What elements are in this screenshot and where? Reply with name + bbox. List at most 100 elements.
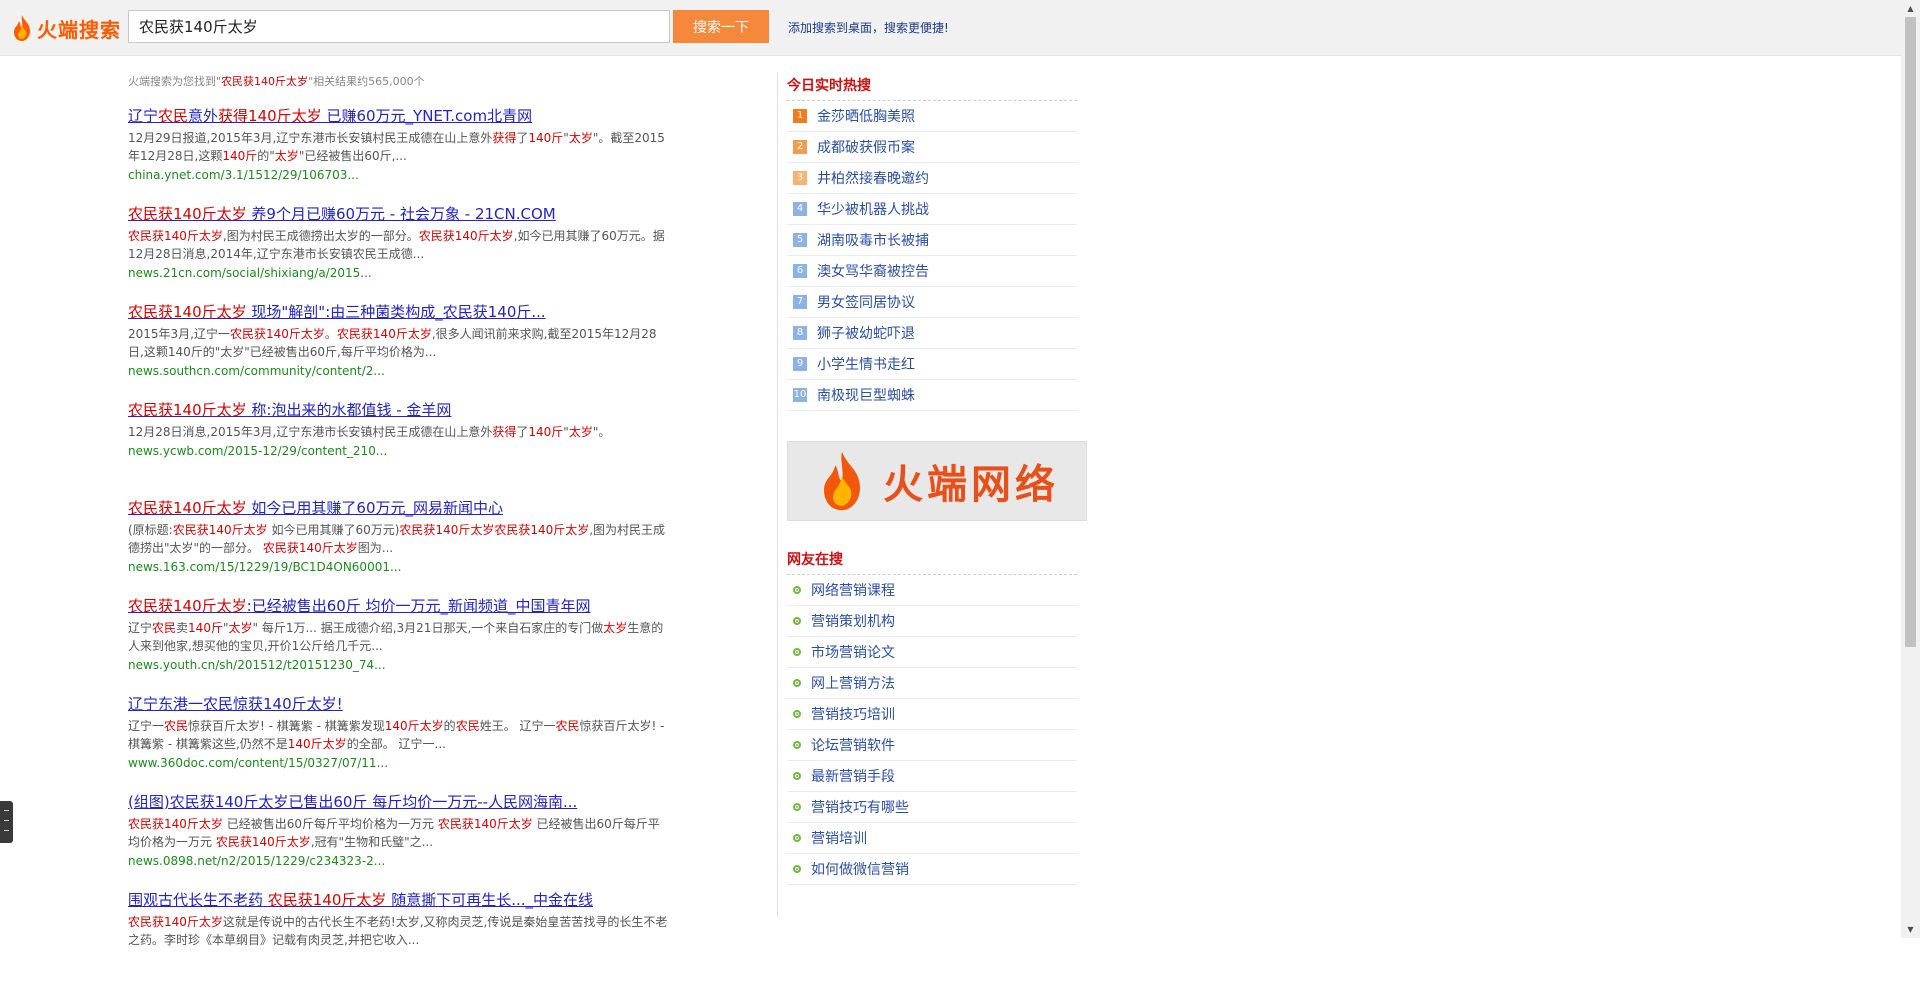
- result-snippet: 农民获140斤太岁 已经被售出60斤每斤平均价格为一万元 农民获140斤太岁 已…: [128, 817, 660, 849]
- result-title-link[interactable]: 农民获140斤太岁:已经被售出60斤 均价一万元_新闻频道_中国青年网: [128, 596, 668, 616]
- flame-icon: [824, 451, 860, 511]
- search-result: 农民获140斤太岁 如今已用其赚了60万元_网易新闻中心 (原标题:农民获140斤…: [128, 498, 668, 596]
- add-to-desktop-link[interactable]: 添加搜索到桌面，搜索更便捷!: [788, 19, 949, 36]
- hot-search-item[interactable]: 2 成都破获假币案: [787, 132, 1077, 163]
- result-title-link[interactable]: 农民获140斤太岁 现场"解剖":由三种菌类构成_农民获140斤...: [128, 302, 668, 322]
- result-url: news.163.com/15/1229/19/BC1D4ON60001...: [128, 560, 402, 574]
- result-snippet: 12月28日消息,2015年3月,辽宁东港市长安镇村民王成德在山上意外获得了14…: [128, 425, 611, 439]
- result-count: 火端搜索为您找到"农民获140斤太岁"相关结果约565,000个: [128, 75, 425, 88]
- rank-badge: 8: [793, 326, 807, 340]
- hot-search-item[interactable]: 3 井柏然接春晚邀约: [787, 163, 1077, 194]
- bullet-icon: [793, 648, 801, 656]
- netizen-search-link[interactable]: 论坛营销软件: [811, 735, 895, 755]
- rank-badge: 1: [793, 109, 807, 123]
- hot-search-link[interactable]: 华少被机器人挑战: [817, 199, 929, 219]
- search-button[interactable]: 搜索一下: [673, 10, 769, 43]
- netizen-search-title: 网友在搜: [787, 546, 1077, 575]
- logo-text: 火端搜索: [37, 17, 121, 42]
- hot-search-item[interactable]: 4 华少被机器人挑战: [787, 194, 1077, 225]
- netizen-search-item[interactable]: 论坛营销软件: [787, 730, 1077, 761]
- rank-badge: 10: [793, 388, 807, 402]
- netizen-search-item[interactable]: 营销技巧培训: [787, 699, 1077, 730]
- bullet-icon: [793, 865, 801, 873]
- hot-search-link[interactable]: 金莎晒低胸美照: [817, 106, 915, 126]
- search-result: 农民获140斤太岁:已经被售出60斤 均价一万元_新闻频道_中国青年网辽宁农民卖…: [128, 596, 668, 694]
- result-title-link[interactable]: 围观古代长生不老药 农民获140斤太岁 随意撕下可再生长..._中金在线: [128, 890, 668, 910]
- netizen-search-item[interactable]: 最新营销手段: [787, 761, 1077, 792]
- hot-search-link[interactable]: 男女签同居协议: [817, 292, 915, 312]
- netizen-search-item[interactable]: 营销策划机构: [787, 606, 1077, 637]
- result-snippet: 辽宁一农民惊获百斤太岁! - 棋篝紫 - 棋篝紫发现140斤太岁的农民姓王。 辽…: [128, 719, 665, 751]
- page-scrollbar[interactable]: ▲ ▼: [1901, 0, 1920, 938]
- search-result: 农民获140斤太岁 现场"解剖":由三种菌类构成_农民获140斤... 2015年…: [128, 302, 668, 400]
- netizen-search-link[interactable]: 营销技巧培训: [811, 704, 895, 724]
- search-input[interactable]: [128, 10, 670, 43]
- hot-search-item[interactable]: 8 狮子被幼蛇吓退: [787, 318, 1077, 349]
- flame-icon: [14, 15, 30, 41]
- rank-badge: 2: [793, 140, 807, 154]
- scroll-down-arrow-icon[interactable]: ▼: [1901, 921, 1920, 938]
- promo-banner[interactable]: 火端网络: [787, 441, 1087, 521]
- result-url: news.southcn.com/community/content/2...: [128, 364, 385, 378]
- rank-badge: 9: [793, 357, 807, 371]
- rank-badge: 7: [793, 295, 807, 309]
- netizen-search-item[interactable]: 市场营销论文: [787, 637, 1077, 668]
- bullet-icon: [793, 679, 801, 687]
- netizen-search-link[interactable]: 市场营销论文: [811, 642, 895, 662]
- netizen-search-item[interactable]: 营销技巧有哪些: [787, 792, 1077, 823]
- hot-search-link[interactable]: 湖南吸毒市长被捕: [817, 230, 929, 250]
- hot-search-link[interactable]: 澳女骂华裔被控告: [817, 261, 929, 281]
- result-title-link[interactable]: 农民获140斤太岁 如今已用其赚了60万元_网易新闻中心: [128, 498, 668, 518]
- result-title-link[interactable]: 辽宁东港一农民惊获140斤太岁!: [128, 694, 668, 714]
- netizen-search-link[interactable]: 营销培训: [811, 828, 867, 848]
- floating-side-tab[interactable]: [0, 801, 13, 843]
- result-snippet: 农民获140斤太岁这就是传说中的古代长生不老药!太岁,又称肉灵芝,传说是秦始皇苦…: [128, 915, 668, 947]
- netizen-search-link[interactable]: 营销技巧有哪些: [811, 797, 909, 817]
- hot-search-item[interactable]: 9 小学生情书走红: [787, 349, 1077, 380]
- bullet-icon: [793, 710, 801, 718]
- hot-search-item[interactable]: 10 南极现巨型蜘蛛: [787, 380, 1077, 411]
- site-logo[interactable]: 火端搜索: [10, 13, 121, 43]
- scroll-up-arrow-icon[interactable]: ▲: [1901, 0, 1920, 17]
- hot-search-link[interactable]: 井柏然接春晚邀约: [817, 168, 929, 188]
- result-snippet: 12月29日报道,2015年3月,辽宁东港市长安镇村民王成德在山上意外获得了14…: [128, 131, 665, 163]
- netizen-search-item[interactable]: 如何做微信营销: [787, 854, 1077, 885]
- rank-badge: 4: [793, 202, 807, 216]
- rank-badge: 6: [793, 264, 807, 278]
- search-result: 围观古代长生不老药 农民获140斤太岁 随意撕下可再生长..._中金在线农民获1…: [128, 890, 668, 988]
- bullet-icon: [793, 803, 801, 811]
- banner-text: 火端网络: [883, 461, 1059, 508]
- result-url: news.0898.net/n2/2015/1229/c234323-2...: [128, 854, 386, 868]
- column-divider: [777, 72, 778, 917]
- result-title-link[interactable]: 农民获140斤太岁 称:泡出来的水都值钱 - 金羊网: [128, 400, 668, 420]
- result-snippet: 辽宁农民卖140斤"太岁" 每斤1万... 据王成德介绍,3月21日那天,一个来…: [128, 621, 664, 653]
- hot-search-item[interactable]: 1 金莎晒低胸美照: [787, 101, 1077, 132]
- hot-search-link[interactable]: 成都破获假币案: [817, 137, 915, 157]
- hot-search-item[interactable]: 7 男女签同居协议: [787, 287, 1077, 318]
- scrollbar-thumb[interactable]: [1905, 17, 1916, 647]
- hot-search-item[interactable]: 6 澳女骂华裔被控告: [787, 256, 1077, 287]
- netizen-search-item[interactable]: 营销培训: [787, 823, 1077, 854]
- hot-search-item[interactable]: 5 湖南吸毒市长被捕: [787, 225, 1077, 256]
- netizen-search-link[interactable]: 如何做微信营销: [811, 859, 909, 879]
- result-title-link[interactable]: (组图)农民获140斤太岁已售出60斤 每斤均价一万元--人民网海南...: [128, 792, 668, 812]
- netizen-search-link[interactable]: 网上营销方法: [811, 673, 895, 693]
- result-title-link[interactable]: 辽宁农民意外获得140斤太岁 已赚60万元_YNET.com北青网: [128, 106, 668, 126]
- hot-search-list: 1 金莎晒低胸美照 2 成都破获假币案 3 井柏然接春晚邀约 4 华少被机器人挑战 5 湖南吸毒市…: [787, 101, 1077, 411]
- hot-search-title: 今日实时热搜: [787, 72, 1077, 101]
- search-result: 辽宁东港一农民惊获140斤太岁! 辽宁一农民惊获百斤太岁! - 棋篝紫 - 棋篝紫…: [128, 694, 668, 792]
- netizen-search-link[interactable]: 最新营销手段: [811, 766, 895, 786]
- netizen-search-item[interactable]: 网络营销课程: [787, 575, 1077, 606]
- netizen-search-link[interactable]: 营销策划机构: [811, 611, 895, 631]
- result-title-link[interactable]: 农民获140斤太岁 养9个月已赚60万元 - 社会万象 - 21CN.COM: [128, 204, 668, 224]
- hot-search-panel: 今日实时热搜 1 金莎晒低胸美照 2 成都破获假币案 3 井柏然接春晚邀约 4 华少被机器人挑…: [787, 72, 1087, 411]
- results-list: 辽宁农民意外获得140斤太岁 已赚60万元_YNET.com北青网 12月29日报…: [128, 106, 668, 988]
- hot-search-link[interactable]: 小学生情书走红: [817, 354, 915, 374]
- bullet-icon: [793, 586, 801, 594]
- hot-search-link[interactable]: 南极现巨型蜘蛛: [817, 385, 915, 405]
- search-result: 农民获140斤太岁 称:泡出来的水都值钱 - 金羊网 12月28日消息,2015年…: [128, 400, 668, 498]
- netizen-search-item[interactable]: 网上营销方法: [787, 668, 1077, 699]
- hot-search-link[interactable]: 狮子被幼蛇吓退: [817, 323, 915, 343]
- netizen-search-link[interactable]: 网络营销课程: [811, 580, 895, 600]
- bullet-icon: [793, 834, 801, 842]
